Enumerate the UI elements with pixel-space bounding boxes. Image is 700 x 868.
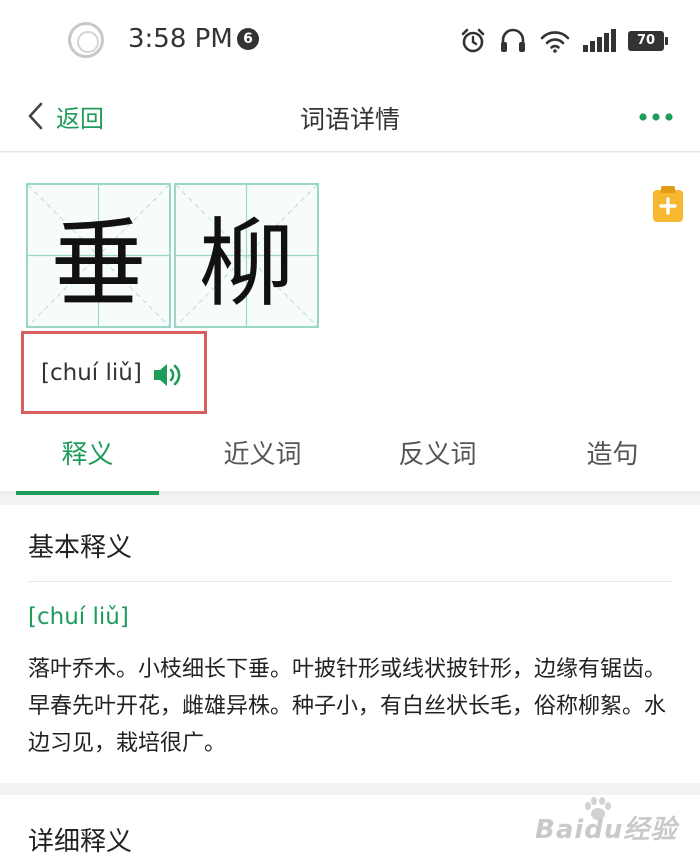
detailed-definition-card: 详细释义 Baidu经验 — [0, 795, 700, 868]
nav-bar: 返回 词语详情 — [0, 80, 700, 152]
pinyin-highlight-box: [chuí liǔ] — [21, 331, 207, 414]
status-icons: 70 — [460, 26, 668, 56]
detailed-definition-title: 详细释义 — [28, 827, 133, 857]
notification-badge: 6 — [237, 28, 259, 50]
character-grid-2: 柳 — [174, 183, 319, 328]
definition-tabs: 释义 近义词 反义词 造句 — [0, 416, 700, 495]
tab-synonyms[interactable]: 近义词 — [175, 416, 350, 491]
status-bar: 3:58 PM 6 70 — [0, 0, 700, 80]
camera-ring-icon — [68, 22, 104, 58]
status-time: 3:58 PM — [128, 24, 233, 54]
add-note-icon[interactable] — [652, 185, 684, 223]
character-glyph: 垂 — [50, 208, 147, 320]
more-dots-icon[interactable] — [636, 102, 676, 132]
battery-icon: 70 — [628, 31, 668, 51]
wifi-icon — [540, 31, 570, 53]
back-button[interactable]: 返回 — [26, 94, 104, 138]
speaker-icon[interactable] — [152, 361, 184, 389]
tab-sentences[interactable]: 造句 — [525, 416, 700, 491]
baidu-watermark: Baidu经验 — [535, 815, 678, 845]
basic-definition-title: 基本释义 — [28, 533, 133, 563]
signal-icon — [583, 29, 616, 52]
page-title: 词语详情 — [299, 105, 400, 134]
divider — [28, 581, 672, 582]
alarm-icon — [461, 28, 485, 53]
character-grid-1: 垂 — [26, 183, 171, 328]
basic-definition-card: 基本释义 [chuí liǔ] 落叶乔木。小枝细长下垂。叶披针形或线状披针形，边… — [0, 505, 700, 783]
battery-level: 70 — [636, 33, 656, 48]
word-pinyin: [chuí liǔ] — [41, 360, 142, 386]
character-glyph: 柳 — [198, 208, 295, 320]
back-label: 返回 — [56, 104, 104, 133]
word-card: 垂 柳 [chuí liǔ] 释义 近义词 反义词 造句 — [0, 153, 700, 495]
tab-definition[interactable]: 释义 — [0, 416, 175, 495]
basic-pinyin: [chuí liǔ] — [28, 604, 129, 630]
headset-icon — [501, 28, 525, 52]
chevron-left-icon — [28, 102, 43, 130]
tab-antonyms[interactable]: 反义词 — [350, 416, 525, 491]
definition-text: 落叶乔木。小枝细长下垂。叶披针形或线状披针形，边缘有锯齿。早春先叶开花，雌雄异株… — [28, 657, 667, 756]
